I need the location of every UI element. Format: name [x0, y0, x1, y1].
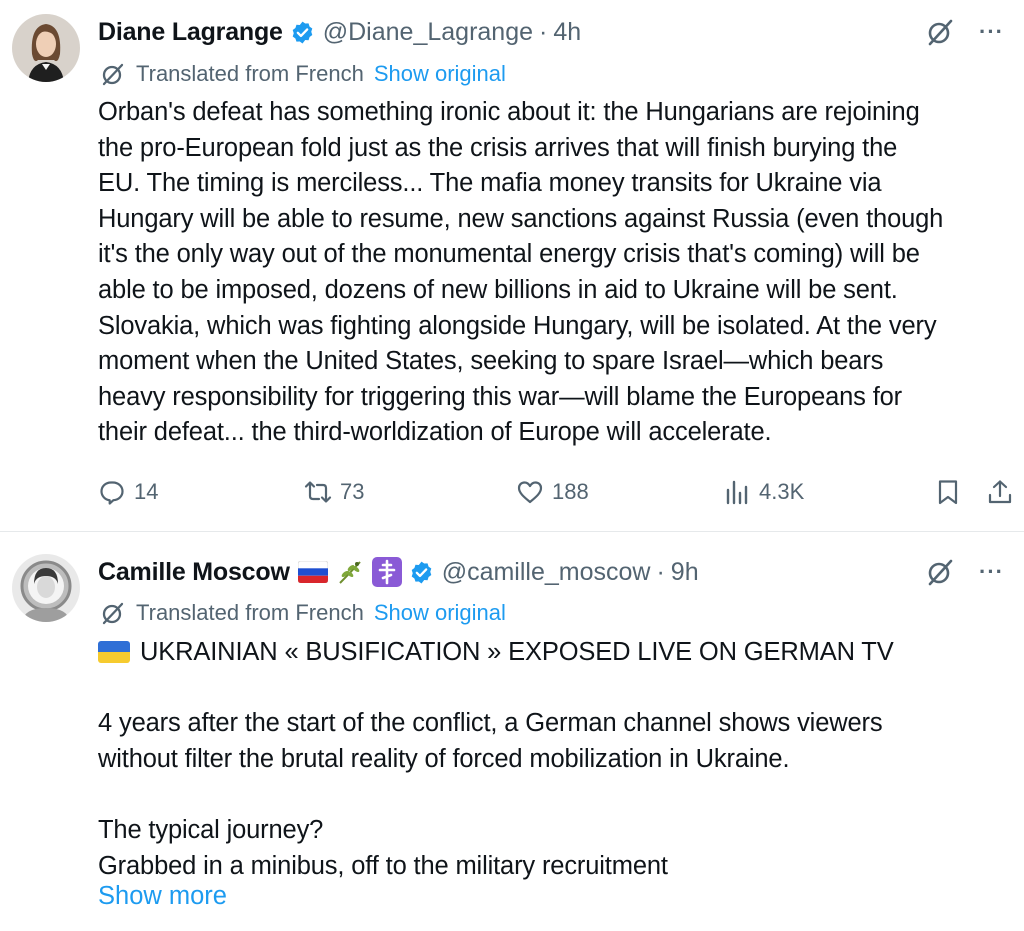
- repost-count: 73: [340, 479, 365, 504]
- show-original-link[interactable]: Show original: [374, 61, 506, 87]
- reply-icon: [100, 481, 124, 505]
- tweet-time[interactable]: 4h: [553, 18, 581, 47]
- views-button[interactable]: 4.3K: [723, 472, 804, 512]
- translate-icon: [100, 61, 126, 87]
- grok-icon[interactable]: [925, 557, 955, 587]
- tweet-camille-moscow[interactable]: Camille Moscow @camille_moscow · 9h ··· …: [0, 532, 1024, 931]
- translation-notice: Translated from French Show original: [100, 59, 506, 89]
- author-name[interactable]: Diane Lagrange: [98, 18, 283, 47]
- author-handle[interactable]: @Diane_Lagrange: [323, 18, 533, 47]
- views-icon: [726, 480, 748, 505]
- author-handle[interactable]: @camille_moscow: [442, 558, 651, 587]
- ukrainian-flag-icon: [98, 641, 130, 663]
- avatar[interactable]: [12, 554, 80, 622]
- reply-button[interactable]: 14: [98, 472, 158, 512]
- russian-flag-icon: [297, 561, 328, 583]
- tweet-body: 4 years after the start of the conflict,…: [98, 709, 883, 880]
- tweet-text: UKRAINIAN « BUSIFICATION » EXPOSED LIVE …: [98, 635, 1018, 884]
- reply-count: 14: [134, 479, 159, 504]
- views-count: 4.3K: [759, 479, 805, 504]
- repost-button[interactable]: 73: [304, 472, 364, 512]
- share-icon: [988, 480, 1012, 504]
- like-icon: [517, 481, 543, 504]
- tweet-headline: UKRAINIAN « BUSIFICATION » EXPOSED LIVE …: [140, 638, 894, 666]
- tweet-text: Orban's defeat has something ironic abou…: [98, 98, 944, 447]
- translate-icon: [100, 600, 126, 626]
- translation-label: Translated from French: [136, 600, 364, 625]
- repost-icon: [304, 481, 332, 503]
- bookmark-button[interactable]: [934, 472, 962, 512]
- olive-branch-icon: [336, 558, 364, 586]
- verified-badge-icon: [409, 560, 434, 585]
- share-button[interactable]: [986, 472, 1014, 512]
- show-original-link[interactable]: Show original: [374, 600, 506, 626]
- like-button[interactable]: 188: [516, 472, 589, 512]
- tweet-diane-lagrange[interactable]: Diane Lagrange @Diane_Lagrange · 4h ··· …: [0, 0, 1024, 532]
- separator-dot: ·: [539, 17, 548, 46]
- more-icon[interactable]: ···: [979, 21, 1004, 43]
- avatar[interactable]: [12, 14, 80, 82]
- translation-label: Translated from French: [136, 61, 364, 86]
- grok-icon[interactable]: [925, 17, 955, 47]
- tweet-time[interactable]: 9h: [671, 558, 699, 587]
- tweet-header: Camille Moscow @camille_moscow · 9h ···: [98, 554, 1004, 590]
- more-icon[interactable]: ···: [979, 561, 1004, 583]
- verified-badge-icon: [290, 20, 315, 45]
- orthodox-cross-icon: [371, 557, 402, 587]
- separator-dot: ·: [656, 557, 665, 586]
- show-more-link[interactable]: Show more: [98, 882, 227, 911]
- tweet-actions: 14 73 188 4.3K: [98, 472, 1012, 512]
- bookmark-icon: [938, 480, 958, 505]
- like-count: 188: [552, 479, 589, 504]
- tweet-header: Diane Lagrange @Diane_Lagrange · 4h ···: [98, 14, 1004, 50]
- translation-notice: Translated from French Show original: [100, 598, 506, 628]
- author-name[interactable]: Camille Moscow: [98, 558, 290, 587]
